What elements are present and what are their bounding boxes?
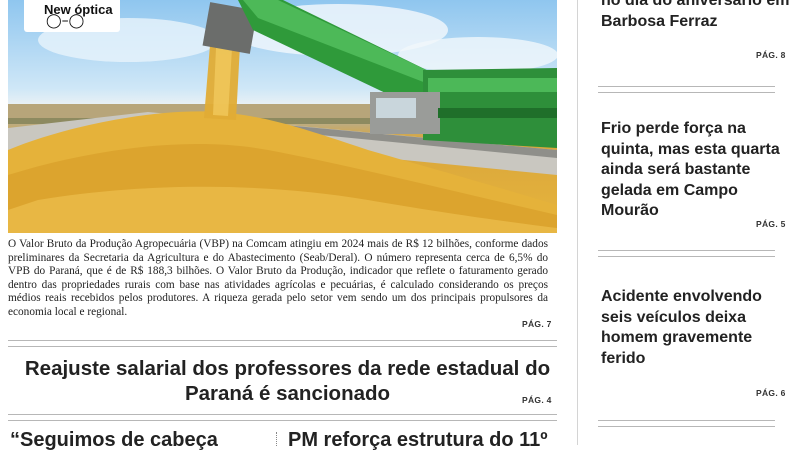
divider-rule	[598, 420, 775, 427]
sidebar-story-2-headline[interactable]: Frio perde força na quinta, mas esta qua…	[601, 119, 791, 222]
harvest-photo: New óptica ◯–◯	[8, 0, 557, 233]
corn-harvest-illustration	[8, 0, 557, 233]
logo: New óptica ◯–◯	[24, 0, 120, 32]
sidebar-story-3-page: PÁG. 6	[756, 388, 786, 398]
glasses-icon: ◯–◯	[46, 13, 85, 29]
sidebar-story-1-page: PÁG. 8	[756, 50, 786, 60]
column-divider	[276, 432, 278, 446]
second-story-headline[interactable]: Reajuste salarial dos professores da red…	[20, 356, 555, 406]
bottom-story-left[interactable]: “Seguimos de cabeça	[10, 429, 218, 452]
divider-rule	[8, 414, 557, 421]
bottom-story-right[interactable]: PM reforça estrutura do 11º	[288, 429, 548, 452]
sidebar-story-1-headline[interactable]: no dia do aniversário em Barbosa Ferraz	[601, 0, 791, 32]
second-story-page: PÁG. 4	[522, 395, 552, 405]
divider-rule	[8, 340, 557, 347]
divider-rule	[598, 86, 775, 93]
lead-story-caption[interactable]: O Valor Bruto da Produção Agropecuária (…	[8, 238, 548, 320]
sidebar-story-2-page: PÁG. 5	[756, 219, 786, 229]
lead-story-page: PÁG. 7	[522, 319, 552, 329]
divider-rule	[598, 250, 775, 257]
sidebar-story-3-headline[interactable]: Acidente envolvendo seis veículos deixa …	[601, 287, 791, 369]
sidebar-border	[577, 0, 578, 445]
